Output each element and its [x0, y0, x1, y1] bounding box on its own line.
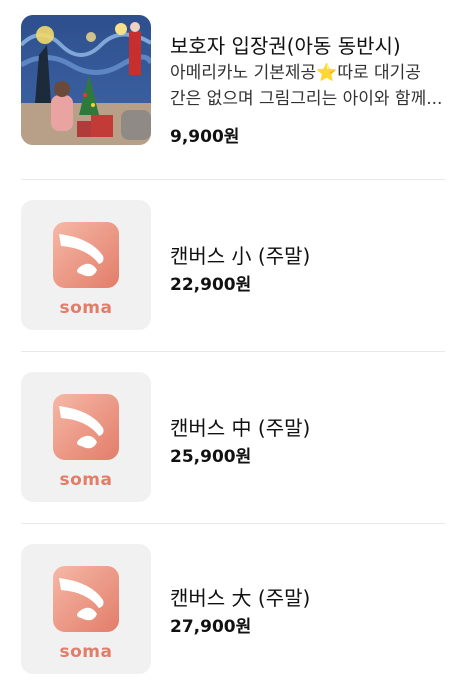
description-line: 아메리카노 기본제공⭐따로 대기공	[170, 63, 421, 83]
product-list: 보호자 입장권(아동 동반시) 아메리카노 기본제공⭐따로 대기공 간은 없으며…	[0, 0, 466, 684]
product-title: 보호자 입장권(아동 동반시)	[170, 34, 401, 58]
description-line: 간은 없으며 그림그리는 아이와 함께...	[170, 89, 443, 109]
list-item[interactable]: 보호자 입장권(아동 동반시) 아메리카노 기본제공⭐따로 대기공 간은 없으며…	[0, 0, 466, 180]
soma-logo-text: soma	[59, 642, 113, 662]
product-description: 아메리카노 기본제공⭐따로 대기공 간은 없으며 그림그리는 아이와 함께...	[170, 60, 448, 112]
soma-logo-text: soma	[59, 298, 113, 318]
product-price: 9,900원	[170, 127, 240, 147]
product-price: 27,900원	[170, 617, 252, 637]
product-thumbnail[interactable]: soma	[21, 544, 151, 674]
product-title: 캔버스 大 (주말)	[170, 586, 311, 610]
list-item[interactable]: soma 캔버스 中 (주말) 25,900원	[0, 352, 466, 524]
product-thumbnail[interactable]: soma	[21, 372, 151, 502]
product-price: 25,900원	[170, 447, 252, 467]
product-thumbnail[interactable]	[21, 15, 151, 145]
product-title: 캔버스 小 (주말)	[170, 244, 311, 268]
starry-night-photo	[21, 15, 151, 145]
list-item[interactable]: soma 캔버스 大 (주말) 27,900원	[0, 524, 466, 684]
product-thumbnail[interactable]: soma	[21, 200, 151, 330]
list-item[interactable]: soma 캔버스 小 (주말) 22,900원	[0, 180, 466, 352]
product-title: 캔버스 中 (주말)	[170, 416, 311, 440]
product-price: 22,900원	[170, 275, 252, 295]
soma-logo-text: soma	[59, 470, 113, 490]
